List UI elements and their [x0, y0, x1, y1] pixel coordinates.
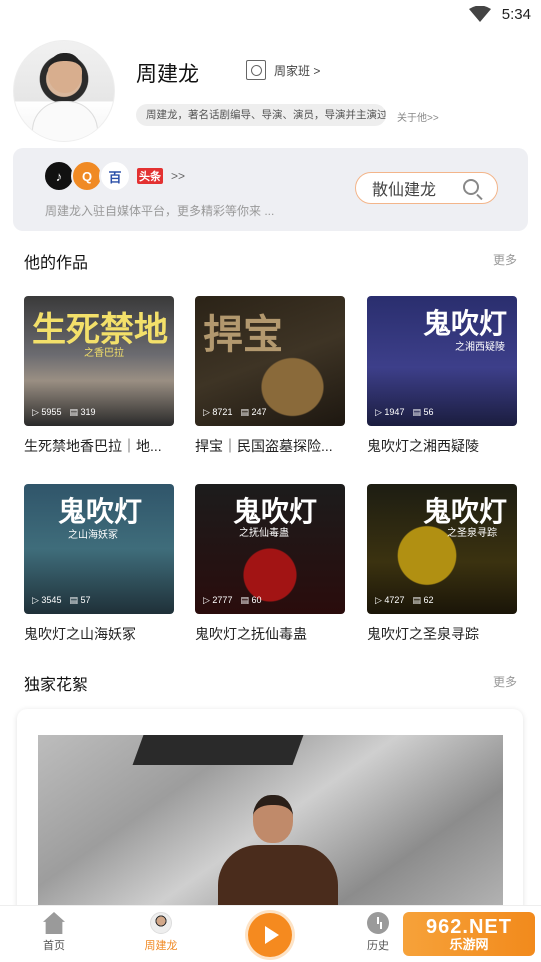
work-title: 鬼吹灯之抚仙毒蛊 [195, 626, 307, 642]
play-count: ▷ 1947 [375, 407, 405, 417]
work-stats: ▷ 3545 ▤ 57 [32, 595, 90, 606]
work-title: 捍宝｜民国盗墓探险... [195, 438, 333, 454]
episode-count: ▤ 60 [240, 595, 262, 605]
clock-icon [367, 912, 389, 934]
tab-home-label: 首页 [43, 940, 65, 952]
cover-subtitle: 之抚仙毒蛊 [239, 528, 289, 539]
media-description: 周建龙入驻自媒体平台，更多精彩等你来 ... [45, 204, 275, 218]
play-count: ▷ 2777 [203, 595, 233, 605]
cover-title: 鬼吹灯 [58, 495, 143, 528]
play-count: ▷ 4727 [375, 595, 405, 605]
work-stats: ▷ 4727 ▤ 62 [375, 595, 433, 606]
class-link[interactable]: 周家班 > [246, 60, 320, 80]
work-cover: 鬼吹灯 之圣泉寻踪 ▷ 4727 ▤ 62 [367, 484, 517, 614]
profile-bio: 周建龙，著名话剧编导、导演、演员，导演并主演过... [136, 104, 386, 126]
tab-home[interactable]: 首页 [24, 912, 84, 953]
tab-history[interactable]: 历史 [348, 912, 408, 953]
play-button[interactable] [248, 913, 292, 957]
clip-thumbnail [38, 735, 503, 915]
clips-more-link[interactable]: 更多 [493, 673, 517, 690]
search-icon [463, 179, 479, 195]
work-title: 鬼吹灯之湘西疑陵 [367, 438, 479, 454]
work-stats: ▷ 1947 ▤ 56 [375, 407, 433, 418]
tab-history-label: 历史 [367, 940, 389, 952]
play-count: ▷ 3545 [32, 595, 62, 605]
play-count: ▷ 5955 [32, 407, 62, 417]
work-title: 鬼吹灯之山海妖冢 [24, 626, 136, 642]
tab-profile-label: 周建龙 [144, 940, 178, 952]
platform-icons[interactable]: ♪ Q 百 头条 >> [43, 160, 185, 192]
cover-subtitle: 之湘西疑陵 [455, 342, 505, 353]
work-title: 鬼吹灯之圣泉寻踪 [367, 626, 479, 642]
episode-count: ▤ 62 [412, 595, 434, 605]
cover-subtitle: 之圣泉寻踪 [447, 528, 497, 539]
class-link-label: 周家班 > [274, 63, 321, 78]
work-title: 生死禁地香巴拉｜地... [24, 438, 162, 454]
status-time: 5:34 [501, 6, 531, 23]
search-account-label: 散仙建龙 [372, 182, 437, 199]
self-media-card[interactable]: ♪ Q 百 头条 >> 周建龙入驻自媒体平台，更多精彩等你来 ... 散仙建龙 [13, 148, 528, 231]
profile-header: 周建龙 周家班 > 周建龙，著名话剧编导、导演、演员，导演并主演过... 关于他… [0, 40, 541, 145]
work-stats: ▷ 8721 ▤ 247 [203, 407, 267, 418]
work-stats: ▷ 5955 ▤ 319 [32, 407, 96, 418]
episode-count: ▤ 57 [69, 595, 91, 605]
avatar[interactable] [13, 40, 115, 142]
episode-count: ▤ 247 [240, 407, 267, 417]
watermark-domain: 962.NET [426, 915, 512, 938]
work-card[interactable]: 捍宝 ▷ 8721 ▤ 247 捍宝｜民国盗墓探险... [195, 296, 345, 456]
episode-count: ▤ 319 [69, 407, 96, 417]
profile-name: 周建龙 [136, 63, 199, 86]
watermark-name: 乐游网 [449, 936, 489, 952]
episode-count: ▤ 56 [412, 407, 434, 417]
play-count: ▷ 8721 [203, 407, 233, 417]
works-more-link[interactable]: 更多 [493, 251, 517, 268]
tab-profile[interactable]: 周建龙 [131, 912, 191, 953]
about-link[interactable]: 关于他>> [397, 109, 439, 124]
cover-title: 捍宝 [203, 311, 283, 358]
profile-card-icon [246, 60, 266, 80]
work-cover: 捍宝 ▷ 8721 ▤ 247 [195, 296, 345, 426]
status-bar: 5:34 [0, 0, 541, 30]
clips-section-title: 独家花絮 [24, 677, 89, 694]
work-card[interactable]: 鬼吹灯 之山海妖冢 ▷ 3545 ▤ 57 鬼吹灯之山海妖冢 [24, 484, 174, 644]
work-cover: 鬼吹灯 之抚仙毒蛊 ▷ 2777 ▤ 60 [195, 484, 345, 614]
site-watermark: 962.NET 乐游网 [403, 912, 535, 956]
work-cover: 鬼吹灯 之湘西疑陵 ▷ 1947 ▤ 56 [367, 296, 517, 426]
cover-subtitle: 之山海妖冢 [68, 530, 118, 541]
search-account-button[interactable]: 散仙建龙 [355, 172, 498, 204]
works-section-title: 他的作品 [24, 255, 89, 272]
work-card[interactable]: 鬼吹灯 之抚仙毒蛊 ▷ 2777 ▤ 60 鬼吹灯之抚仙毒蛊 [195, 484, 345, 644]
toutiao-icon: 头条 [135, 166, 165, 186]
work-stats: ▷ 2777 ▤ 60 [203, 595, 261, 606]
work-cover: 生死禁地 之香巴拉 ▷ 5955 ▤ 319 [24, 296, 174, 426]
work-card[interactable]: 鬼吹灯 之圣泉寻踪 ▷ 4727 ▤ 62 鬼吹灯之圣泉寻踪 [367, 484, 517, 644]
work-card[interactable]: 生死禁地 之香巴拉 ▷ 5955 ▤ 319 生死禁地香巴拉｜地... [24, 296, 174, 456]
home-icon [43, 912, 65, 934]
cover-subtitle: 之香巴拉 [84, 348, 124, 359]
baidu-icon: 百 [99, 160, 131, 192]
work-card[interactable]: 鬼吹灯 之湘西疑陵 ▷ 1947 ▤ 56 鬼吹灯之湘西疑陵 [367, 296, 517, 456]
platforms-chevron: >> [171, 169, 186, 183]
cover-title: 鬼吹灯 [422, 307, 507, 340]
avatar-icon [150, 912, 172, 934]
bottom-tab-bar: 首页 周建龙 历史 962.NET 乐游网 [0, 905, 541, 962]
wifi-icon [469, 6, 491, 22]
work-cover: 鬼吹灯 之山海妖冢 ▷ 3545 ▤ 57 [24, 484, 174, 614]
